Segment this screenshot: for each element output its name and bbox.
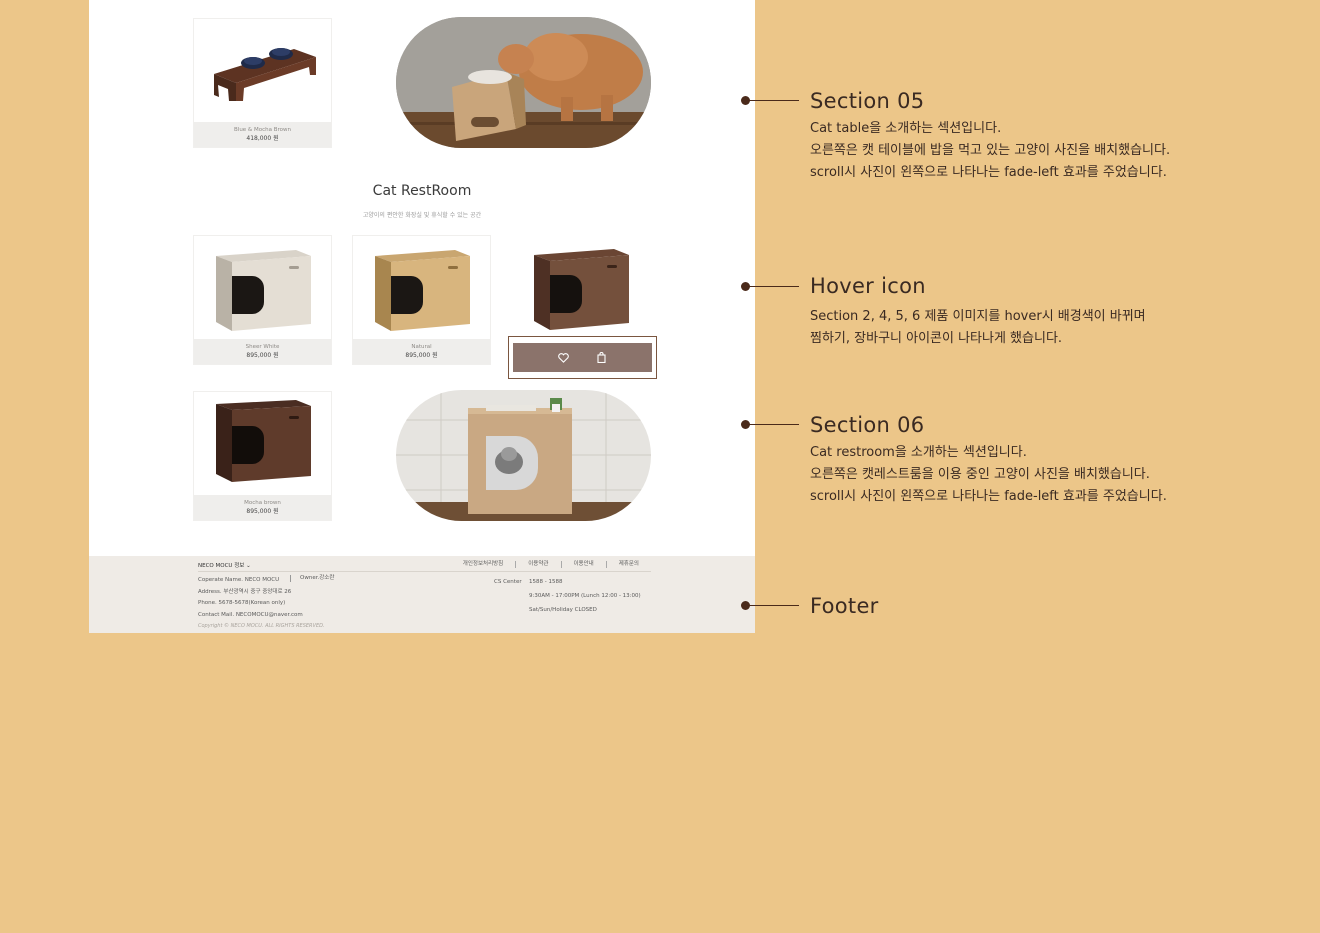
footer-link-terms[interactable]: 이용약관 <box>515 561 560 568</box>
annotation-title: Footer <box>810 594 879 618</box>
annotation-title: Hover icon <box>810 274 926 298</box>
annotation-title: Section 05 <box>810 89 925 113</box>
hover-icon-bar <box>513 343 652 372</box>
annotation-line-text: 찜하기, 장바구니 아이콘이 나타나게 했습니다. <box>810 331 1063 346</box>
product-info: Natural 895,000 원 <box>353 339 490 364</box>
annotation-line <box>747 605 799 606</box>
product-image <box>194 19 331 122</box>
product-name: Mocha brown <box>244 500 281 506</box>
annotation-title: Section 06 <box>810 413 925 437</box>
product-card-natural[interactable]: Natural 895,000 원 <box>352 235 491 365</box>
annotation-desc: Cat restroom을 소개하는 섹션입니다. 오른쪽은 캣레스트룸을 이용… <box>810 442 1167 508</box>
product-card-sheer-white[interactable]: Sheer White 895,000 원 <box>193 235 332 365</box>
annotation-line-text: scroll시 사진이 왼쪽으로 나타나는 fade-left 효과를 주었습니… <box>810 489 1167 504</box>
cs-closed: Sat/Sun/Holiday CLOSED <box>529 607 597 613</box>
cs-phone: 1588 - 1588 <box>529 579 563 585</box>
footer-brand-label: NECO MOCU 정보 <box>198 563 245 569</box>
footer-link-partnership[interactable]: 제휴문의 <box>605 561 651 568</box>
product-price: 895,000 원 <box>246 508 279 515</box>
product-info: Blue & Mocha Brown 418,000 원 <box>194 122 331 147</box>
product-info: Sheer White 895,000 원 <box>194 339 331 364</box>
annotation-desc: Cat table을 소개하는 섹션입니다. 오른쪽은 캣 테이블에 밥을 먹고… <box>810 118 1170 184</box>
footer-link-guide[interactable]: 이용안내 <box>560 561 606 568</box>
annotation-line-text: Cat restroom을 소개하는 섹션입니다. <box>810 445 1027 460</box>
hover-highlight <box>508 336 657 379</box>
product-info: Mocha brown 895,000 원 <box>194 495 331 520</box>
product-card-mocha-hovered[interactable] <box>512 235 651 338</box>
cs-label: CS Center <box>494 579 522 585</box>
footer-link-privacy[interactable]: 개인정보처리방침 <box>451 561 515 568</box>
section-title: Cat RestRoom <box>372 183 472 199</box>
product-image <box>353 236 490 339</box>
product-image <box>194 392 331 495</box>
footer-cs-center: CS Center 1588 - 1588 9:30AM - 17:00PM (L… <box>494 575 641 617</box>
product-price: 895,000 원 <box>405 352 438 359</box>
product-card-cat-table[interactable]: Blue & Mocha Brown 418,000 원 <box>193 18 332 148</box>
shopping-bag-icon[interactable] <box>595 351 609 365</box>
footer-address: Address. 부산광역시 중구 중앙대로 26 <box>198 588 292 595</box>
product-name: Natural <box>411 344 432 350</box>
footer-top-row: NECO MOCU 정보 ⌄ 개인정보처리방침 이용약관 이용안내 제휴문의 <box>198 560 651 572</box>
cat-table-photo <box>396 17 651 148</box>
website-mockup: Blue & Mocha Brown 418,000 원 Cat RestRoo… <box>89 0 755 633</box>
annotation-line-text: Cat table을 소개하는 섹션입니다. <box>810 121 1002 136</box>
product-name: Blue & Mocha Brown <box>234 127 291 133</box>
footer-mail: Contact Mail. NECOMOCU@naver.com <box>198 611 303 618</box>
footer-owner: Owner.강소란 <box>290 575 334 582</box>
product-price: 418,000 원 <box>246 135 279 142</box>
cs-hours: 9:30AM - 17:00PM (Lunch 12:00 - 13:00) <box>529 593 641 599</box>
product-card-mocha-brown[interactable]: Mocha brown 895,000 원 <box>193 391 332 521</box>
annotation-line <box>747 424 799 425</box>
annotation-line-text: 오른쪽은 캣레스트룸을 이용 중인 고양이 사진을 배치했습니다. <box>810 467 1150 482</box>
footer-company: Coperate Name. NECO MOCU <box>198 577 280 583</box>
footer-copyright: Copyright © NECO MOCU. ALL RIGHTS RESERV… <box>198 623 325 629</box>
annotation-desc: Section 2, 4, 5, 6 제품 이미지를 hover시 배경색이 바… <box>810 306 1146 350</box>
chevron-down-icon: ⌄ <box>246 563 251 569</box>
product-image <box>512 235 651 338</box>
footer-links: 개인정보처리방침 이용약관 이용안내 제휴문의 <box>451 561 651 568</box>
footer-phone: Phone. 5678-5678(Korean only) <box>198 600 286 606</box>
annotation-line-text: 오른쪽은 캣 테이블에 밥을 먹고 있는 고양이 사진을 배치했습니다. <box>810 143 1171 158</box>
section-subtitle: 고양이의 편안한 화장실 및 휴식할 수 있는 공간 <box>362 212 482 219</box>
product-image <box>194 236 331 339</box>
annotation-line-text: scroll시 사진이 왼쪽으로 나타나는 fade-left 효과를 주었습니… <box>810 165 1167 180</box>
annotation-line-text: Section 2, 4, 5, 6 제품 이미지를 hover시 배경색이 바… <box>810 309 1146 324</box>
product-price: 895,000 원 <box>246 352 279 359</box>
annotation-line <box>747 100 799 101</box>
annotation-line <box>747 286 799 287</box>
product-name: Sheer White <box>245 344 280 350</box>
site-footer: NECO MOCU 정보 ⌄ 개인정보처리방침 이용약관 이용안내 제휴문의 C… <box>89 556 755 633</box>
cat-restroom-photo <box>396 390 651 521</box>
footer-company-info: Coperate Name. NECO MOCU Address. 부산광역시 … <box>198 575 303 621</box>
footer-brand[interactable]: NECO MOCU 정보 ⌄ <box>198 561 251 569</box>
heart-icon[interactable] <box>557 351 571 365</box>
